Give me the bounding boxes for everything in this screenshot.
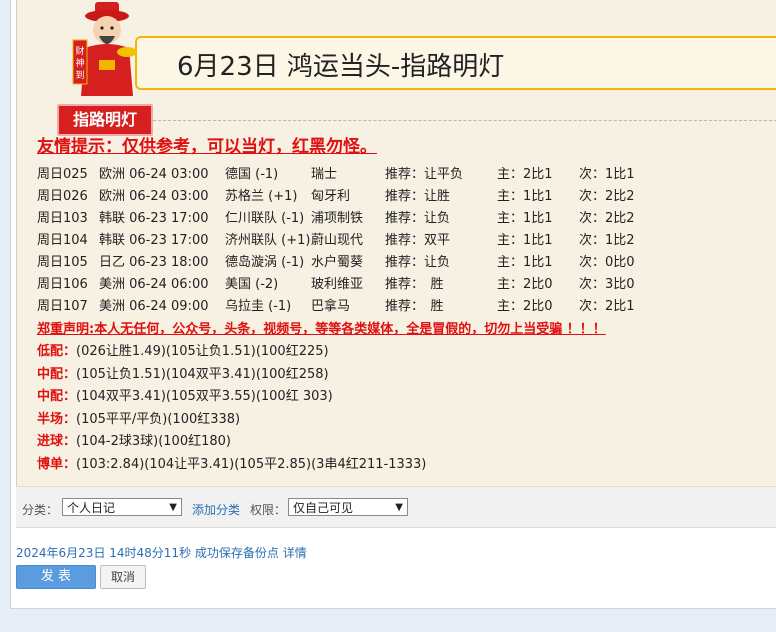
picks-list: 低配：(026让胜1.49)(105让负1.51)(100红225) 中配：(1… xyxy=(37,340,426,476)
pick-row: 进球：(104-2球3球)(100红180) xyxy=(37,430,426,453)
match-recommend: 推荐：让负 xyxy=(385,211,451,226)
match-league-time: 欧洲 06-24 03:00 xyxy=(99,167,209,182)
pick-label: 中配： xyxy=(37,366,77,382)
category-select[interactable]: 个人日记 ▼ xyxy=(62,498,182,516)
match-away: 水户蜀葵 xyxy=(311,255,364,270)
match-sub-score: 次：0比0 xyxy=(579,255,635,270)
category-label: 分类： xyxy=(22,503,59,517)
pick-label: 博单： xyxy=(37,456,77,472)
match-league-time: 韩联 06-23 17:00 xyxy=(99,211,209,226)
match-recommend: 推荐： 胜 xyxy=(385,277,444,292)
pick-text: (105平平/平负)(100红338) xyxy=(76,411,241,427)
pick-label: 低配： xyxy=(37,344,77,359)
pick-row: 中配：(104双平3.41)(105双平3.55)(100红 303) xyxy=(37,385,426,408)
match-id: 周日106 xyxy=(37,277,88,292)
match-home: 德国 (-1) xyxy=(225,167,279,182)
match-away: 蔚山现代 xyxy=(311,233,364,248)
match-home: 苏格兰 (+1) xyxy=(225,189,298,204)
match-home: 乌拉圭 (-1) xyxy=(225,299,292,314)
match-away: 玻利维亚 xyxy=(311,277,364,292)
permission-select[interactable]: 仅自己可见 ▼ xyxy=(288,498,408,516)
match-league-time: 美洲 06-24 06:00 xyxy=(99,277,209,292)
match-main-score: 主：2比1 xyxy=(497,167,553,182)
pick-row: 博单：(103:2.84)(104让平3.41)(105平2.85)(3串4红2… xyxy=(37,453,426,476)
match-main-score: 主：1比1 xyxy=(497,211,553,226)
match-main-score: 主：1比1 xyxy=(497,233,553,248)
match-main-score: 主：1比1 xyxy=(497,189,553,204)
permission-select-value: 仅自己可见 xyxy=(293,501,354,515)
match-away: 浦项制铁 xyxy=(311,211,364,226)
match-home: 济州联队 (+1) xyxy=(225,233,311,248)
match-home: 仁川联队 (-1) xyxy=(225,211,305,226)
disclaimer-notice: 郑重声明:本人无任何，公众号，头条，视频号，等等各类媒体，全是冒假的，切勿上当受… xyxy=(37,322,606,337)
friendly-tip: 友情提示：仅供参考，可以当灯，红黑勿怪。 xyxy=(37,137,377,157)
match-id: 周日025 xyxy=(37,167,88,182)
pick-text: (104双平3.41)(105双平3.55)(100红 303) xyxy=(76,389,333,405)
match-recommend: 推荐：让负 xyxy=(385,255,451,270)
pick-row: 半场：(105平平/平负)(100红338) xyxy=(37,408,426,431)
match-recommend: 推荐：双平 xyxy=(385,233,451,248)
pick-label: 进球： xyxy=(37,434,77,450)
divider xyxy=(153,120,776,121)
add-category-link[interactable]: 添加分类 xyxy=(192,501,240,518)
match-sub-score: 次：2比2 xyxy=(579,189,635,204)
match-league-time: 美洲 06-24 09:00 xyxy=(99,299,209,314)
match-sub-score: 次：2比2 xyxy=(579,211,635,226)
match-main-score: 主：2比0 xyxy=(497,277,553,292)
fortune-god-mascot-icon: 财 神 到 xyxy=(72,2,137,96)
pick-text: (105让负1.51)(104双平3.41)(100红258) xyxy=(76,366,329,382)
page-title: 6月23日 鸿运当头-指路明灯 xyxy=(177,52,505,82)
permission-label: 权限： xyxy=(250,503,287,517)
match-sub-score: 次：1比1 xyxy=(579,167,635,182)
category-bar: 分类： 个人日记 ▼ 添加分类 权限： 仅自己可见 ▼ xyxy=(16,486,776,528)
match-id: 周日107 xyxy=(37,299,88,314)
match-id: 周日105 xyxy=(37,255,88,270)
match-home: 美国 (-2) xyxy=(225,277,279,292)
match-away: 匈牙利 xyxy=(311,189,351,204)
save-status[interactable]: 2024年6月23日 14时48分11秒 成功保存备份点 详情 xyxy=(16,544,307,561)
pick-row: 低配：(026让胜1.49)(105让负1.51)(100红225) xyxy=(37,340,426,363)
publish-button[interactable]: 发 表 xyxy=(16,565,96,589)
match-home: 德岛漩涡 (-1) xyxy=(225,255,305,270)
category-select-value: 个人日记 xyxy=(67,501,116,515)
match-sub-score: 次：2比1 xyxy=(579,299,635,314)
match-recommend: 推荐：让胜 xyxy=(385,189,451,204)
match-sub-score: 次：1比2 xyxy=(579,233,635,248)
pick-label: 中配： xyxy=(37,389,77,405)
match-recommend: 推荐：让平负 xyxy=(385,167,464,182)
match-id: 周日103 xyxy=(37,211,88,226)
svg-text:神: 神 xyxy=(75,57,84,69)
match-league-time: 日乙 06-23 18:00 xyxy=(99,255,209,270)
title-banner: 6月23日 鸿运当头-指路明灯 xyxy=(135,36,776,90)
pick-text: (104-2球3球)(100红180) xyxy=(76,434,231,450)
editor-area[interactable]: 6月23日 鸿运当头-指路明灯 财 神 到 指路明灯 友情提示：仅供参考，可以当… xyxy=(16,0,776,486)
match-away: 巴拿马 xyxy=(311,299,351,314)
match-league-time: 韩联 06-23 17:00 xyxy=(99,233,209,248)
match-main-score: 主：1比1 xyxy=(497,255,553,270)
chevron-down-icon: ▼ xyxy=(169,502,177,513)
chevron-down-icon: ▼ xyxy=(395,502,403,513)
match-main-score: 主：2比0 xyxy=(497,299,553,314)
pick-label: 半场： xyxy=(37,411,77,427)
match-sub-score: 次：3比0 xyxy=(579,277,635,292)
pick-text: (026让胜1.49)(105让负1.51)(100红225) xyxy=(76,344,329,359)
match-id: 周日104 xyxy=(37,233,88,248)
match-away: 瑞士 xyxy=(311,167,338,182)
match-id: 周日026 xyxy=(37,189,88,204)
cancel-button[interactable]: 取消 xyxy=(100,565,146,589)
pick-row: 中配：(105让负1.51)(104双平3.41)(100红258) xyxy=(37,363,426,386)
svg-text:到: 到 xyxy=(75,69,84,81)
match-league-time: 欧洲 06-24 03:00 xyxy=(99,189,209,204)
match-recommend: 推荐： 胜 xyxy=(385,299,444,314)
svg-text:财: 财 xyxy=(75,45,84,57)
pick-text: (103:2.84)(104让平3.41)(105平2.85)(3串4红211-… xyxy=(76,456,427,472)
